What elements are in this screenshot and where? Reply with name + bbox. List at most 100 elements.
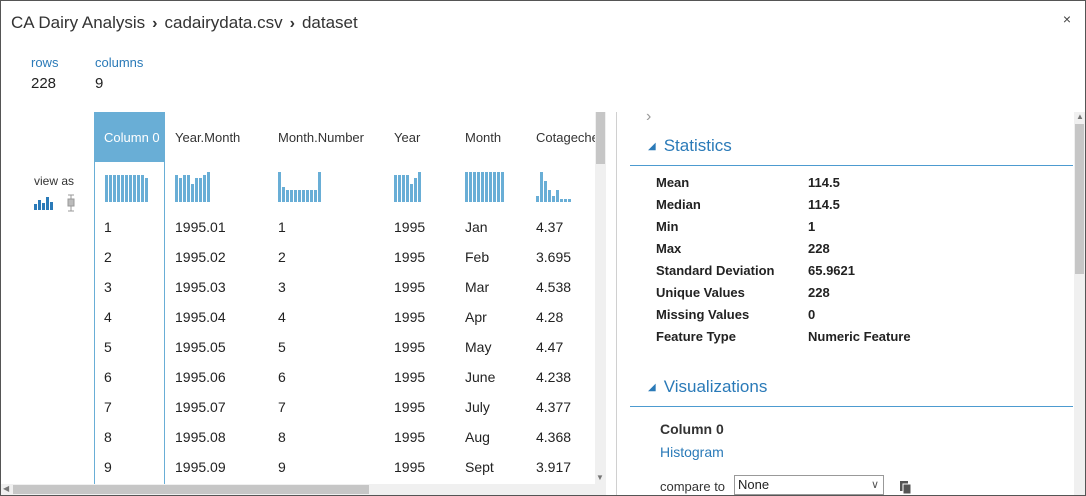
table-cell: 2 bbox=[278, 249, 286, 265]
histogram-view-icon[interactable] bbox=[34, 197, 53, 210]
sparkline-bar bbox=[145, 178, 148, 202]
table-cell: 1995.07 bbox=[175, 399, 226, 415]
statistic-label: Feature Type bbox=[656, 329, 736, 344]
close-icon[interactable]: × bbox=[1063, 11, 1071, 27]
statistic-value: 228 bbox=[808, 241, 830, 256]
table-cell: Jan bbox=[465, 219, 488, 235]
boxplot-view-icon[interactable] bbox=[67, 194, 75, 212]
column-header[interactable]: Year bbox=[384, 112, 455, 162]
table-cell: 1 bbox=[104, 219, 112, 235]
table-cell: 7 bbox=[278, 399, 286, 415]
compare-to-select[interactable]: None ∨ bbox=[734, 475, 884, 495]
table-cell: 4 bbox=[278, 309, 286, 325]
column-header[interactable]: Month bbox=[455, 112, 526, 162]
sparkline-bar bbox=[137, 175, 140, 202]
sparkline-bar bbox=[175, 175, 178, 202]
grid-horizontal-scroll-thumb[interactable] bbox=[13, 485, 369, 494]
sparkline-bar bbox=[294, 190, 297, 202]
table-cell: 1995.04 bbox=[175, 309, 226, 325]
breadcrumb-experiment[interactable]: CA Dairy Analysis bbox=[11, 13, 145, 32]
table-cell: 1995.03 bbox=[175, 279, 226, 295]
column-histogram-sparkline[interactable] bbox=[95, 162, 164, 212]
table-cell: 4.238 bbox=[536, 369, 572, 385]
grid-column[interactable]: Year.Month 1995.01 1995.02 1995.03 1995.04 19… bbox=[165, 112, 268, 484]
statistics-underline bbox=[630, 165, 1073, 166]
sparkline-bar bbox=[493, 172, 496, 202]
dataset-visualizer-window: CA Dairy Analysis › cadairydata.csv › datase… bbox=[0, 0, 1086, 496]
panel-vertical-scrollbar[interactable]: ▲ bbox=[1074, 112, 1085, 495]
column-header[interactable]: Column 0 bbox=[95, 112, 164, 162]
grid-vertical-scrollbar[interactable]: ▼ bbox=[595, 112, 606, 484]
visualizations-section-header[interactable]: ◢ Visualizations bbox=[648, 377, 767, 397]
sparkline-bar bbox=[183, 175, 186, 202]
column-histogram-sparkline[interactable] bbox=[268, 162, 384, 212]
grid-horizontal-scrollbar[interactable]: ◀ bbox=[1, 484, 606, 495]
statistic-value: 228 bbox=[808, 285, 830, 300]
scroll-down-icon[interactable]: ▼ bbox=[596, 473, 604, 482]
column-histogram-sparkline[interactable] bbox=[384, 162, 455, 212]
grid-vertical-scroll-thumb[interactable] bbox=[596, 112, 605, 164]
sparkline-bar bbox=[418, 172, 421, 202]
statistic-row: Standard Deviation 65.9621 bbox=[656, 261, 911, 283]
statistic-label: Min bbox=[656, 219, 679, 234]
column-histogram-sparkline[interactable] bbox=[526, 162, 606, 212]
copy-icon[interactable] bbox=[900, 481, 912, 495]
sparkline-bar bbox=[410, 184, 413, 202]
sparkline-bar bbox=[105, 175, 108, 202]
sparkline-bar bbox=[125, 175, 128, 202]
statistic-row: Feature Type Numeric Feature bbox=[656, 327, 911, 349]
grid-column[interactable]: Year 1995 1995 1995 1995 1995 1995 1995 1995 1995 bbox=[384, 112, 455, 484]
breadcrumb-dataset-file[interactable]: cadairydata.csv bbox=[165, 13, 283, 32]
table-cell: 4.47 bbox=[536, 339, 564, 355]
scroll-left-icon[interactable]: ◀ bbox=[3, 484, 9, 493]
table-cell: 6 bbox=[104, 369, 112, 385]
grid-column[interactable]: Month Jan Feb Mar Apr May June July Aug Sept bbox=[455, 112, 526, 484]
collapse-panel-icon[interactable]: › bbox=[646, 108, 651, 126]
sparkline-bar bbox=[560, 199, 563, 202]
sparkline-bar bbox=[469, 172, 472, 202]
column-histogram-sparkline[interactable] bbox=[165, 162, 268, 212]
columns-label: columns bbox=[95, 55, 144, 70]
table-cell: 9 bbox=[104, 459, 112, 475]
sparkline-bar bbox=[318, 172, 321, 202]
statistics-section-header[interactable]: ◢ Statistics bbox=[648, 136, 732, 156]
sparkline-bar bbox=[402, 175, 405, 202]
table-cell: 7 bbox=[104, 399, 112, 415]
grid-column[interactable]: Month.Number 1 2 3 4 5 6 7 8 9 bbox=[268, 112, 384, 484]
table-cell: 1995 bbox=[394, 429, 426, 445]
table-cell: Apr bbox=[465, 309, 487, 325]
statistic-row: Unique Values 228 bbox=[656, 283, 911, 305]
sparkline-bar bbox=[129, 175, 132, 202]
table-cell: Feb bbox=[465, 249, 490, 265]
grid-column[interactable]: Column 0 1 2 3 4 5 6 7 8 9 bbox=[94, 112, 165, 484]
sparkline-bar bbox=[298, 190, 301, 202]
sparkline-bar bbox=[568, 199, 571, 202]
sparkline-bar bbox=[548, 190, 551, 202]
table-cell: 3 bbox=[278, 279, 286, 295]
sparkline-bar bbox=[191, 184, 194, 202]
statistics-title: Statistics bbox=[663, 136, 732, 155]
sparkline-bar bbox=[199, 178, 202, 202]
sparkline-bar bbox=[501, 172, 504, 202]
sparkline-bar bbox=[282, 187, 285, 202]
sparkline-bar bbox=[207, 172, 210, 202]
table-cell: 1995 bbox=[394, 309, 426, 325]
statistic-value: 1 bbox=[808, 219, 816, 234]
chevron-right-icon: › bbox=[289, 15, 295, 32]
panel-vertical-scroll-thumb[interactable] bbox=[1075, 124, 1084, 274]
table-cell: Aug bbox=[465, 429, 490, 445]
histogram-link[interactable]: Histogram bbox=[660, 444, 724, 460]
column-header[interactable]: Year.Month bbox=[165, 112, 268, 162]
table-cell: 1995 bbox=[394, 249, 426, 265]
chevron-right-icon: › bbox=[152, 15, 158, 32]
statistic-row: Median 114.5 bbox=[656, 195, 911, 217]
sparkline-bar bbox=[113, 175, 116, 202]
statistic-row: Missing Values 0 bbox=[656, 305, 911, 327]
sparkline-bar bbox=[556, 190, 559, 202]
column-header[interactable]: Cotagechee bbox=[526, 112, 606, 162]
scroll-up-icon[interactable]: ▲ bbox=[1076, 112, 1084, 121]
grid-column[interactable]: Cotagechee 4.37 3.695 4.538 4.28 4.47 4.238 4.3… bbox=[526, 112, 606, 484]
column-header[interactable]: Month.Number bbox=[268, 112, 384, 162]
column-histogram-sparkline[interactable] bbox=[455, 162, 526, 212]
statistic-row: Max 228 bbox=[656, 239, 911, 261]
